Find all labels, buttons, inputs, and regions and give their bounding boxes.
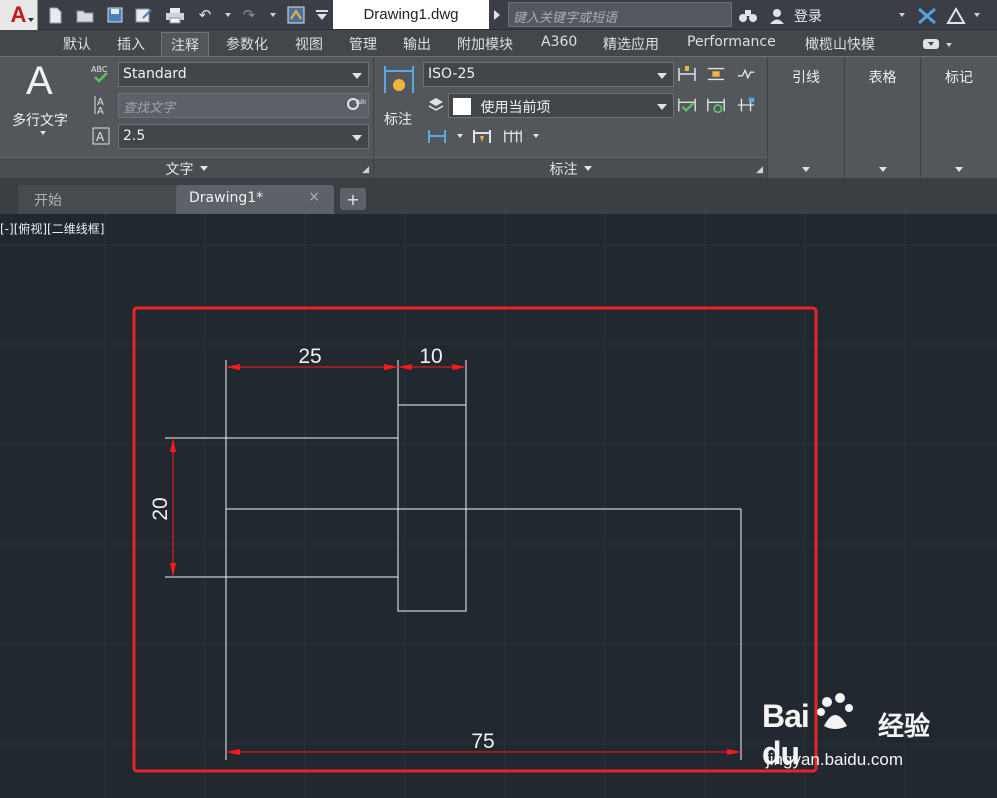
highlight-box <box>132 306 818 773</box>
part-geometry[interactable] <box>165 360 742 760</box>
dimension-75-text[interactable]: 75 <box>471 730 494 753</box>
watermark-jingyan: 经验 <box>878 712 931 742</box>
dimension-20-text[interactable]: 20 <box>149 497 172 520</box>
drawing-canvas: 25 10 20 75 <box>0 214 997 798</box>
paw-icon <box>817 693 853 729</box>
watermark-url: jingyan.baidu.com <box>766 750 904 769</box>
dimension-10-text[interactable]: 10 <box>419 345 442 368</box>
dimension-25-text[interactable]: 25 <box>298 345 321 368</box>
flange-rectangle[interactable] <box>397 404 467 612</box>
autocad-window: A ↶ ↷ Drawing1.dwg 键入关键字或短语 登录 默认 插入 注释 … <box>0 0 997 798</box>
